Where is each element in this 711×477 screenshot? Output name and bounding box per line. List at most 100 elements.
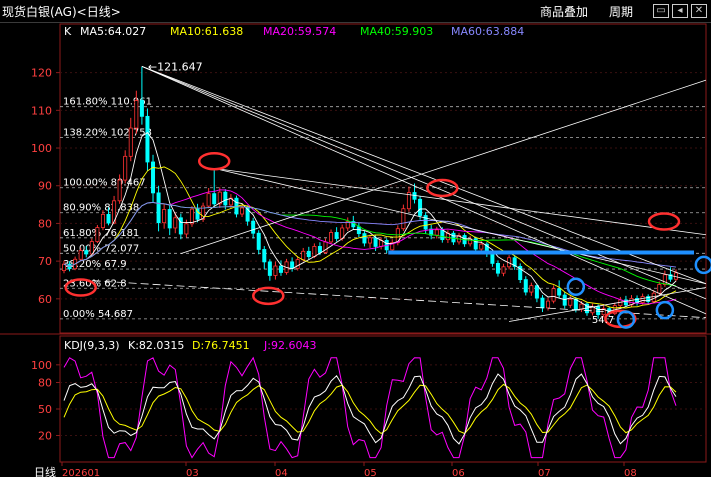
candle-body (662, 274, 667, 285)
candle-body (167, 209, 172, 229)
fib-level-label: 0.00% 54.687 (63, 309, 133, 320)
ma-legend-0: MA5:64.027 (80, 25, 146, 38)
candle-body (278, 265, 283, 273)
candle-body (657, 284, 662, 294)
candle-body (173, 217, 178, 229)
candle-body (534, 285, 539, 299)
high-price-label: ←121.647 (148, 60, 203, 73)
ma-legend-3: MA40:59.903 (360, 25, 433, 38)
fib-level-label: 80.90% 82.838 (63, 203, 139, 214)
price-tick-label: 60 (38, 293, 52, 306)
candle-body (128, 127, 133, 157)
kdj-j-line (63, 356, 677, 459)
candle-body (295, 259, 300, 269)
candle-body (362, 233, 367, 244)
annotation-circle-red (252, 286, 285, 306)
fib-level-label: 38.20% 67.9 (63, 259, 127, 270)
ma-legend-2: MA20:59.574 (263, 25, 336, 38)
xaxis-label: 日线 (34, 465, 56, 477)
candle-body (334, 232, 339, 239)
candle-body (139, 100, 144, 117)
candle-body (100, 213, 105, 228)
candle-body (106, 213, 111, 224)
kdj-tick-label: 50 (38, 403, 52, 416)
candle-body (640, 296, 645, 304)
candle-body (134, 100, 139, 129)
fib-level-label: 161.80% 110.961 (63, 97, 152, 108)
xaxis-tick-label: 08 (624, 468, 637, 477)
annotation-circle-blue (655, 300, 675, 320)
price-tick-label: 110 (31, 104, 52, 117)
candle-body (573, 298, 578, 310)
annotation-circle-red (197, 151, 231, 171)
candle-body (551, 288, 556, 302)
candle-body (501, 266, 506, 274)
candle-body (418, 198, 423, 216)
candle-body (529, 285, 534, 293)
candle-body (434, 229, 439, 236)
k-label: K (64, 25, 72, 38)
xaxis-tick-label: 07 (538, 468, 551, 477)
candle-body (596, 306, 601, 316)
kdj-j-value: J:92.6043 (263, 339, 316, 352)
candle-body (145, 115, 150, 163)
price-tick-label: 90 (38, 180, 52, 193)
candle-body (674, 272, 679, 280)
ma-legend-4: MA60:63.884 (451, 25, 524, 38)
candle-body (184, 223, 189, 235)
ma-legend-1: MA10:61.638 (170, 25, 243, 38)
candle-body (301, 250, 306, 261)
candle-body (151, 161, 156, 194)
candle-body (267, 261, 272, 276)
fib-level-label: 61.80% 76.181 (63, 228, 139, 239)
kdj-title: KDJ(9,3,3) (64, 339, 120, 352)
candle-body (562, 294, 567, 306)
candle-body (523, 279, 528, 293)
xaxis-tick-label: 05 (364, 468, 377, 477)
kdj-d-value: D:76.7451 (192, 339, 250, 352)
xaxis-tick-label: 06 (452, 468, 465, 477)
annotation-circle-blue (694, 255, 711, 275)
candle-body (312, 246, 317, 258)
xaxis-tick-label: 04 (275, 468, 288, 477)
low-price-label: 54.7 (592, 315, 614, 326)
annotation-circle-red (647, 212, 681, 231)
fib-level-label: 138.20% 102.753 (63, 128, 152, 139)
candle-body (223, 191, 228, 206)
candle-body (256, 232, 261, 250)
candle-body (95, 227, 100, 242)
candle-body (401, 208, 406, 230)
candle-body (251, 220, 256, 234)
candle-body (84, 250, 89, 255)
candle-body (568, 298, 573, 306)
candle-body (557, 288, 562, 296)
candle-body (329, 232, 334, 243)
candle-body (290, 261, 295, 269)
kdj-tick-label: 20 (38, 430, 52, 443)
candle-body (540, 297, 545, 309)
candle-body (373, 237, 378, 247)
price-tick-label: 100 (31, 142, 52, 155)
kdj-tick-label: 80 (38, 377, 52, 390)
xaxis-tick-label: 03 (186, 468, 199, 477)
candle-body (651, 292, 656, 302)
candle-body (212, 193, 217, 205)
candle-body (495, 262, 500, 274)
candle-body (273, 265, 278, 276)
candle-body (262, 249, 267, 263)
kdj-panel-frame (59, 335, 707, 463)
candle-body (117, 179, 122, 202)
candle-body (156, 192, 161, 224)
trend-line (180, 79, 707, 254)
candle-body (451, 232, 456, 243)
candle-body (306, 250, 311, 258)
candle-body (317, 246, 322, 253)
price-tick-label: 120 (31, 67, 52, 80)
price-tick-label: 70 (38, 255, 52, 268)
candle-body (78, 250, 83, 260)
candle-body (479, 243, 484, 250)
candle-body (440, 229, 445, 241)
price-chart: 60 70 80 90 100 110 120 20 50 80 100 161.80% 110.96… (0, 23, 711, 477)
candle-body (546, 300, 551, 309)
candle-body (240, 207, 245, 215)
